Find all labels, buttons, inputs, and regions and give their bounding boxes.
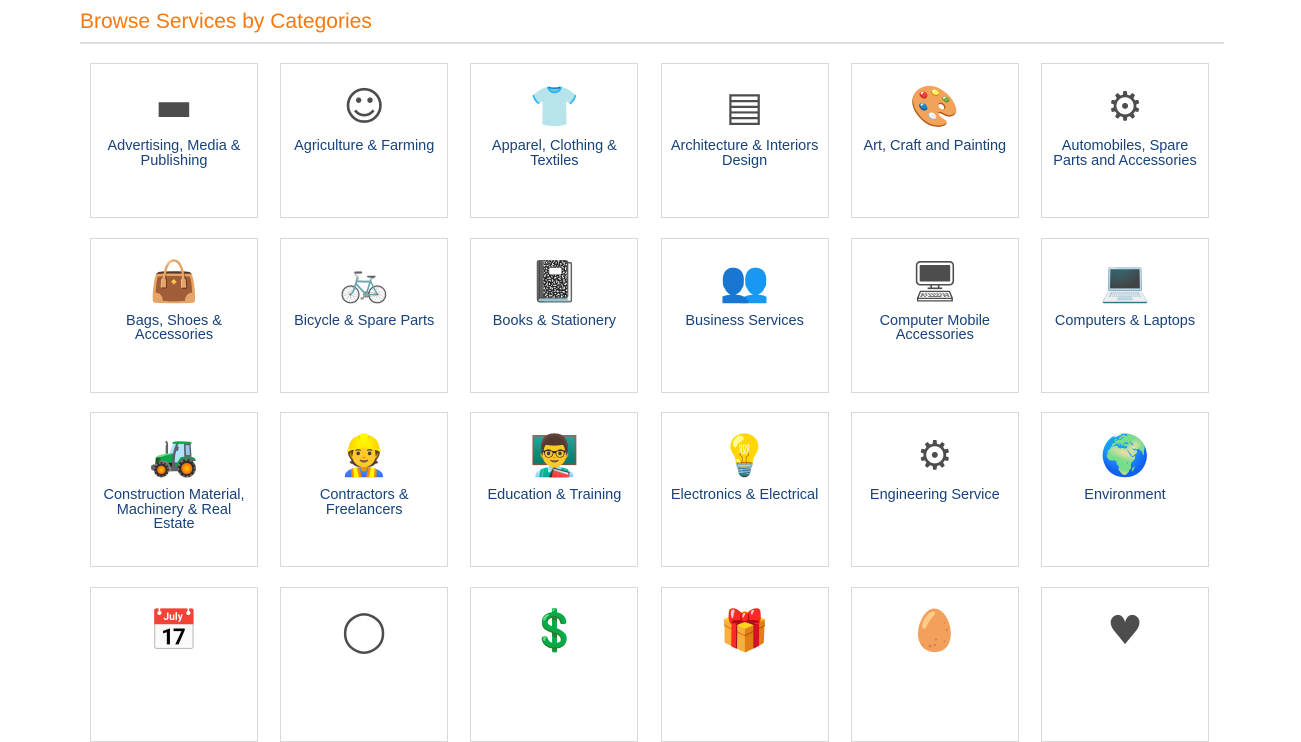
category-label[interactable]: Electronics & Electrical xyxy=(668,488,822,503)
engine-parts-icon: ⚙ xyxy=(1107,84,1143,130)
category-card[interactable]: 🥚 xyxy=(850,586,1019,742)
category-card[interactable]: 👨‍🏫 Education & Training xyxy=(470,412,639,567)
category-label[interactable]: Architecture & Interiors Design xyxy=(668,139,822,168)
category-card[interactable]: 🚜 Construction Material, Machinery & Real… xyxy=(90,412,258,567)
heart-hands-icon: ♥ xyxy=(1107,607,1143,654)
category-card[interactable]: 📓 Books & Stationery xyxy=(470,237,639,393)
category-card[interactable]: 💡 Electronics & Electrical xyxy=(660,412,829,567)
category-label[interactable]: Contractors & Freelancers xyxy=(287,488,441,517)
category-label[interactable]: Education & Training xyxy=(477,488,631,503)
engine-icon: ⚙ xyxy=(916,433,953,479)
category-card[interactable]: ▬ Advertising, Media & Publishing xyxy=(90,63,258,218)
category-card[interactable]: 📅 xyxy=(90,586,258,742)
palette-icon: 🎨 xyxy=(909,84,960,130)
category-card[interactable]: 🌍 Environment xyxy=(1041,412,1209,567)
laptop-icon: 💻 xyxy=(1100,258,1150,305)
easter-egg-icon: 🥚 xyxy=(909,607,960,654)
category-label[interactable]: Automobiles, Spare Parts and Accessories xyxy=(1048,139,1202,168)
page-title: Browse Services by Categories xyxy=(80,10,372,33)
category-label[interactable]: Environment xyxy=(1048,488,1202,503)
category-card[interactable]: 🎁 xyxy=(660,586,829,742)
calendar-clock-icon: 📅 xyxy=(149,607,199,654)
category-card[interactable]: 🚲 Bicycle & Spare Parts xyxy=(280,237,449,393)
category-card[interactable]: ⚙ Automobiles, Spare Parts and Accessorie… xyxy=(1041,63,1209,218)
computer-mobile-icon: 🖥 xyxy=(909,258,961,305)
finance-person-icon: 💲 xyxy=(529,607,580,654)
category-card[interactable]: 👕 Apparel, Clothing & Textiles xyxy=(470,63,639,218)
chef-icon: ☺ xyxy=(343,84,386,130)
category-label[interactable]: Bicycle & Spare Parts xyxy=(287,313,441,329)
category-card[interactable]: ⚙ Engineering Service xyxy=(850,412,1019,567)
teacher-icon: 👨‍🏫 xyxy=(529,433,580,479)
worker-icon: 👷 xyxy=(339,433,390,479)
category-card[interactable]: 👜 Bags, Shoes & Accessories xyxy=(90,237,258,393)
category-card[interactable]: ◯ xyxy=(280,586,449,742)
book-icon: 📓 xyxy=(529,258,580,305)
blueprint-icon: ▤ xyxy=(725,84,764,130)
divider xyxy=(80,42,1224,44)
category-card[interactable]: ☺ Agriculture & Farming xyxy=(280,63,449,218)
category-label[interactable]: Computers & Laptops xyxy=(1048,313,1202,329)
category-label[interactable]: Advertising, Media & Publishing xyxy=(97,139,251,168)
excavator-icon: 🚜 xyxy=(149,433,199,479)
category-label[interactable]: Books & Stationery xyxy=(477,313,631,329)
category-card[interactable]: 💻 Computers & Laptops xyxy=(1041,237,1209,393)
globe-plant-icon: 🌍 xyxy=(1100,433,1150,479)
category-card[interactable]: ♥ xyxy=(1041,586,1209,742)
category-label[interactable]: Bags, Shoes & Accessories xyxy=(97,313,251,343)
category-label[interactable]: Art, Craft and Painting xyxy=(858,139,1012,154)
category-card[interactable]: 🖥 Computer Mobile Accessories xyxy=(850,237,1019,393)
billboard-icon: ▬ xyxy=(155,84,193,130)
category-label[interactable]: Engineering Service xyxy=(858,488,1012,503)
bulb-icon: 💡 xyxy=(719,433,770,479)
category-label[interactable]: Construction Material, Machinery & Real … xyxy=(97,488,251,532)
category-label[interactable]: Apparel, Clothing & Textiles xyxy=(477,139,631,168)
makeup-icon: ◯ xyxy=(341,607,387,654)
category-card[interactable]: 👥 Business Services xyxy=(660,237,829,393)
bag-shoe-icon: 👜 xyxy=(149,258,199,305)
shirt-icon: 👕 xyxy=(529,84,580,130)
category-card[interactable]: ▤ Architecture & Interiors Design xyxy=(660,63,829,218)
gift-icon: 🎁 xyxy=(719,607,770,654)
category-card[interactable]: 👷 Contractors & Freelancers xyxy=(280,412,449,567)
category-card[interactable]: 💲 xyxy=(470,586,639,742)
category-label[interactable]: Business Services xyxy=(668,313,822,329)
category-label[interactable]: Computer Mobile Accessories xyxy=(858,313,1012,343)
business-people-icon: 👥 xyxy=(719,258,770,305)
category-card[interactable]: 🎨 Art, Craft and Painting xyxy=(850,63,1019,218)
category-label[interactable]: Agriculture & Farming xyxy=(287,139,441,154)
bicycle-icon: 🚲 xyxy=(339,258,390,305)
